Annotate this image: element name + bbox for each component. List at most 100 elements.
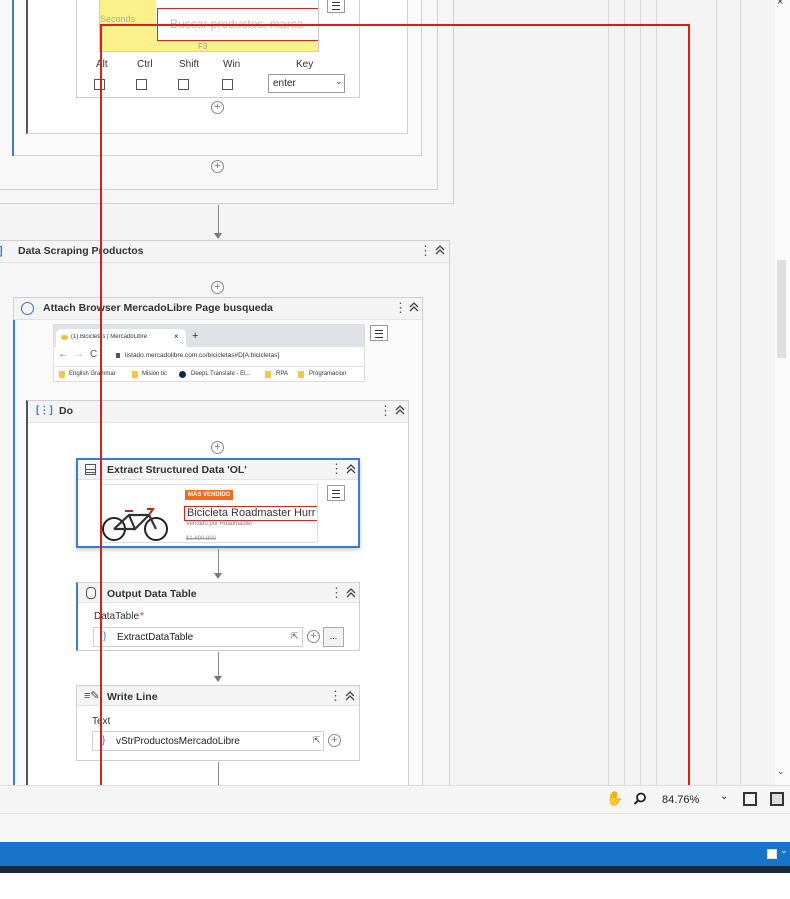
thumbnail-highlight: Buscar productos, marca <box>157 8 318 41</box>
connector-line-2 <box>218 549 219 573</box>
data-scraping-more-icon[interactable]: ⋮ <box>419 244 432 258</box>
add-activity-button-1[interactable]: + <box>211 101 224 114</box>
zoom-level[interactable]: 84.76% <box>662 794 699 806</box>
connector-line-1 <box>218 205 219 233</box>
add-activity-button-4[interactable]: + <box>211 441 224 454</box>
output-data-table-card[interactable]: Output Data Table ⋮ DataTable * } Extrac… <box>76 582 360 651</box>
key-select-value: enter <box>273 78 296 89</box>
bicycle-image <box>102 508 168 541</box>
fit-to-screen-icon[interactable] <box>743 792 757 806</box>
notification-icon[interactable] <box>767 849 777 859</box>
data-scraping-title: Data Scraping Productos <box>18 245 144 257</box>
scope-border-4 <box>656 0 657 785</box>
output-table-title: Output Data Table <box>107 588 197 600</box>
workflow-canvas[interactable]: Seconds Buscar productos, marca F3 Alt C… <box>0 0 790 785</box>
add-argument-button[interactable]: + <box>328 734 341 747</box>
write-line-title: Write Line <box>107 691 158 703</box>
close-icon: × <box>174 332 179 341</box>
panel-strip <box>0 813 790 842</box>
zoom-dropdown-icon[interactable]: ⌄ <box>720 791 728 802</box>
best-seller-badge: MÁS VENDIDO <box>185 490 234 500</box>
connector-arrow-2 <box>214 573 222 579</box>
send-hotkey-card[interactable]: Seconds Buscar productos, marca F3 Alt C… <box>76 0 360 98</box>
text-field[interactable]: } vStrProductosMercadoLibre ⇱ <box>92 731 324 751</box>
extract-menu-button[interactable] <box>327 485 345 501</box>
alt-checkbox[interactable] <box>94 79 105 90</box>
write-line-header: ≡✎ Write Line ⋮ <box>77 686 359 706</box>
collapse-icon[interactable] <box>344 462 358 476</box>
collapse-icon[interactable] <box>344 586 358 600</box>
attach-browser-more-icon[interactable]: ⋮ <box>394 301 407 315</box>
attach-browser-menu-button[interactable] <box>370 325 388 341</box>
expand-icon[interactable]: ⇱ <box>313 735 321 746</box>
status-bar: ⌄ <box>0 842 790 866</box>
shift-checkbox[interactable] <box>178 79 189 90</box>
frame-top-3-accent <box>12 0 14 156</box>
bookmark-2: Mision tic <box>142 371 168 377</box>
ctrl-checkbox[interactable] <box>136 79 147 90</box>
shift-label: Shift <box>179 59 200 70</box>
scope-border-1 <box>608 0 609 785</box>
text-label: Text <box>92 716 111 727</box>
write-line-more-icon[interactable]: ⋮ <box>329 689 342 703</box>
forward-icon: → <box>74 349 84 360</box>
output-table-header: Output Data Table ⋮ <box>78 583 359 603</box>
data-scraping-header: ] Data Scraping Productos ⋮ <box>0 241 449 263</box>
bookmarks-divider <box>54 366 364 367</box>
connector-arrow-3 <box>214 676 222 682</box>
back-icon: ← <box>58 349 68 360</box>
hand-icon[interactable]: ✋ <box>606 790 623 807</box>
expand-icon[interactable]: ⇱ <box>291 631 299 642</box>
add-activity-button-3[interactable]: + <box>211 281 224 294</box>
chevron-down-icon: ⌄ <box>335 76 343 86</box>
lock-icon <box>116 353 120 358</box>
extract-title: Extract Structured Data 'OL' <box>107 464 247 476</box>
more-options-button[interactable]: ... <box>323 627 344 647</box>
key-select[interactable]: enter ⌄ <box>268 74 345 93</box>
collapse-icon[interactable] <box>407 300 421 314</box>
extract-header: Extract Structured Data 'OL' ⋮ <box>78 460 358 480</box>
required-mark: * <box>140 611 144 622</box>
alt-label: Alt <box>96 59 108 70</box>
add-argument-button[interactable]: + <box>307 630 320 643</box>
bookmark-folder-icon <box>59 371 65 378</box>
brace-icon: } <box>102 735 106 746</box>
zoom-icon[interactable] <box>633 792 647 806</box>
collapse-icon[interactable] <box>343 689 357 703</box>
datatable-label: DataTable <box>94 611 140 622</box>
bookmark-4: RPA <box>276 371 288 377</box>
vertical-scrollbar[interactable]: × ⌄ <box>775 0 790 785</box>
ctrl-label: Ctrl <box>137 59 153 70</box>
extract-more-icon[interactable]: ⋮ <box>330 462 343 476</box>
scope-border-6 <box>740 0 741 785</box>
close-icon[interactable]: × <box>777 0 783 8</box>
brace-icon: } <box>103 631 107 642</box>
table-icon <box>85 464 96 475</box>
collapse-icon[interactable] <box>433 243 447 257</box>
scrollbar-thumb[interactable] <box>777 260 786 358</box>
hotkey-thumbnail: Seconds Buscar productos, marca F3 <box>99 0 319 52</box>
bookmark-folder-icon <box>132 371 138 378</box>
write-line-card[interactable]: ≡✎ Write Line ⋮ Text } vStrProductosMerc… <box>76 685 360 761</box>
win-checkbox[interactable] <box>222 79 233 90</box>
browser-tab: (1) Bicicletas | MercadoLibre × <box>56 329 186 347</box>
scroll-down-icon[interactable]: ⌄ <box>777 766 785 777</box>
do-header: [⋮] Do ⋮ <box>28 401 408 423</box>
collapse-icon[interactable] <box>393 403 407 417</box>
new-tab-icon: + <box>192 330 199 342</box>
datatable-field[interactable]: } ExtractDataTable ⇱ <box>93 627 303 647</box>
hotkey-menu-button[interactable] <box>327 0 345 13</box>
output-table-more-icon[interactable]: ⋮ <box>330 586 343 600</box>
zoom-toolbar: ✋ 84.76% ⌄ <box>0 785 790 813</box>
bookmark-5: Programacion <box>309 371 347 377</box>
chevron-down-icon[interactable]: ⌄ <box>780 845 788 856</box>
do-more-icon[interactable]: ⋮ <box>379 404 392 418</box>
taskbar-edge <box>0 866 790 873</box>
attach-browser-accent <box>13 320 15 785</box>
extract-structured-data-card[interactable]: Extract Structured Data 'OL' ⋮ MÁS VENDI… <box>76 458 360 548</box>
overview-icon[interactable] <box>770 792 784 806</box>
add-activity-button-2[interactable]: + <box>211 160 224 173</box>
browser-thumbnail: (1) Bicicletas | MercadoLibre × + ← → C … <box>53 324 365 382</box>
old-price: $1.899.900 <box>186 536 217 542</box>
deepl-icon <box>179 371 186 378</box>
